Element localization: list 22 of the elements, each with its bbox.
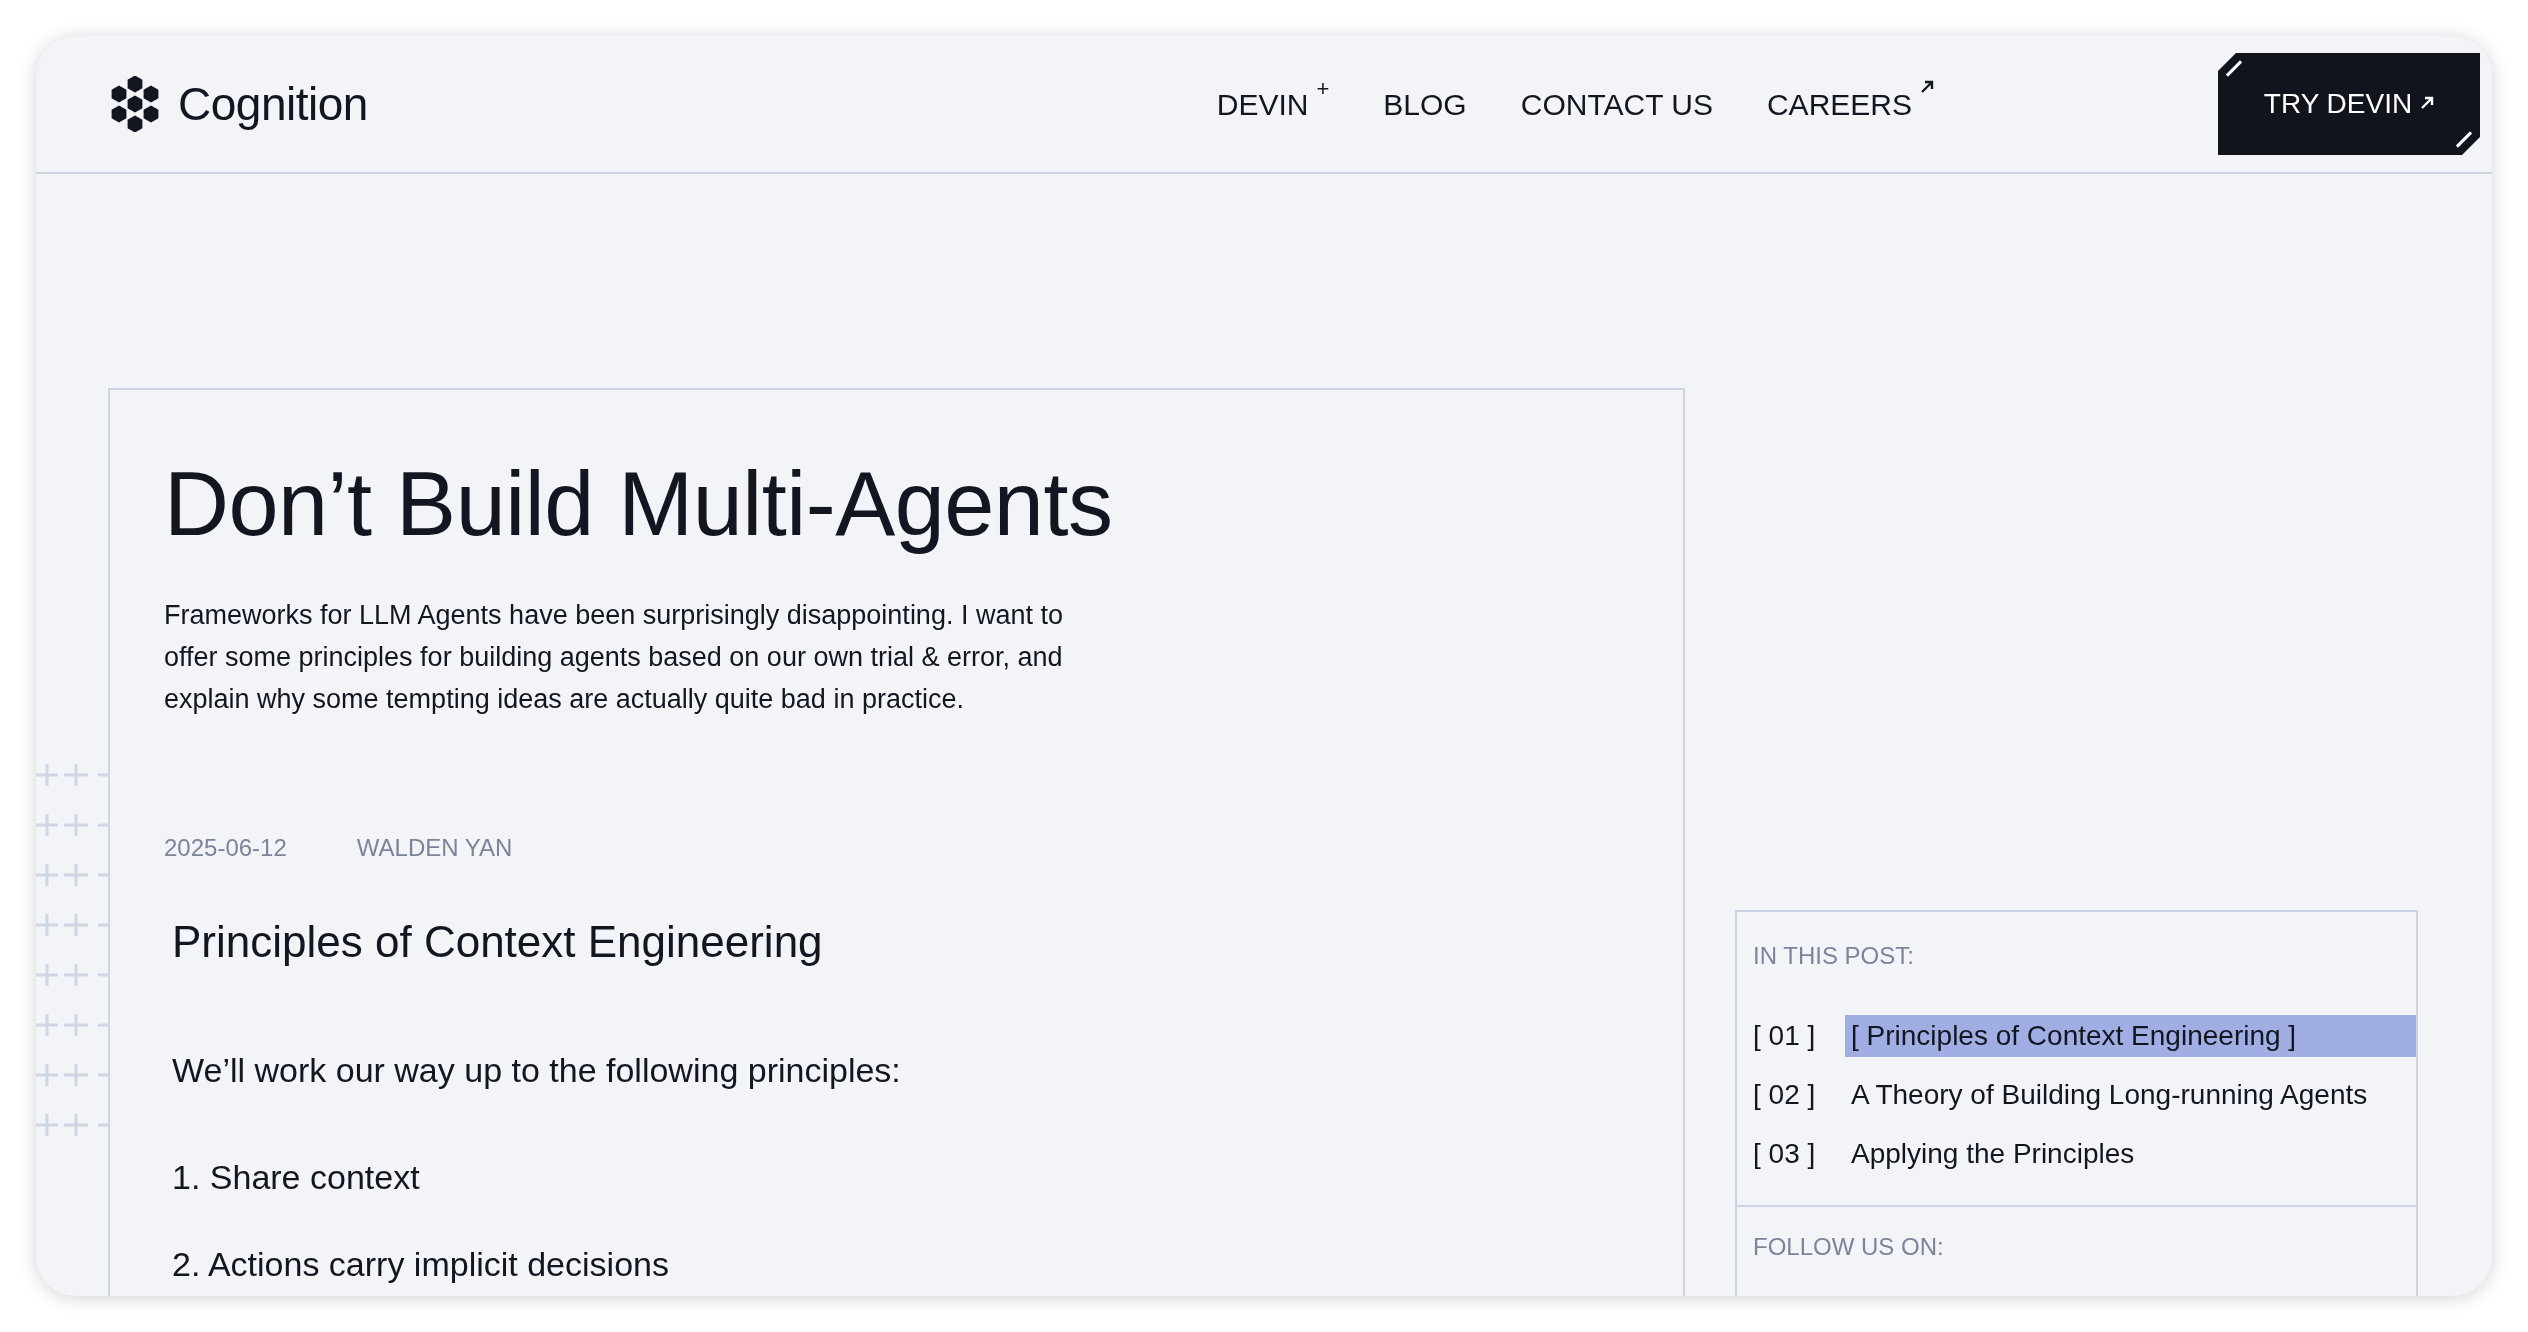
toc-link[interactable]: Applying the Principles <box>1845 1133 2416 1175</box>
toc-link[interactable]: A Theory of Building Long-running Agents <box>1845 1074 2416 1116</box>
toc-heading: IN THIS POST: <box>1753 941 1915 971</box>
list-item: 1. Share context <box>172 1156 421 1198</box>
toc-number: [ 01 ] <box>1753 1019 1817 1053</box>
toc-number: [ 03 ] <box>1753 1137 1817 1171</box>
author-name: WALDEN YAN <box>356 833 513 863</box>
post-date: 2025-06-12 <box>164 833 287 863</box>
nav-link[interactable]: CONTACT US <box>1520 81 1713 127</box>
nav-link[interactable]: BLOG <box>1383 81 1467 127</box>
try-devin-button[interactable]: TRY DEVIN <box>2218 53 2480 155</box>
section-heading: Principles of Context Engineering <box>172 916 824 968</box>
body-text: We’ll work our way up to the following principles: <box>172 1049 902 1091</box>
nav-link[interactable]: CAREERS <box>1766 81 1934 127</box>
toc-number: [ 02 ] <box>1753 1078 1817 1112</box>
toc-link[interactable]: [ Principles of Context Engineering ] <box>1845 1015 2416 1057</box>
logo-text: Cognition <box>178 76 368 132</box>
nav-link[interactable]: DEVIN + <box>1216 81 1330 127</box>
follow-heading: FOLLOW US ON: <box>1752 1232 1945 1262</box>
article-summary: Frameworks for LLM Agents have been surprisingly disappointing. I want to offer some principles for building agents based on our own trial & error, and explain why some tempting ideas are actually quite bad in practice. <box>164 599 1064 716</box>
article-title: Don’t Build Multi-Agents <box>164 453 1114 556</box>
list-item: 2. Actions carry implicit decisions <box>172 1243 670 1285</box>
